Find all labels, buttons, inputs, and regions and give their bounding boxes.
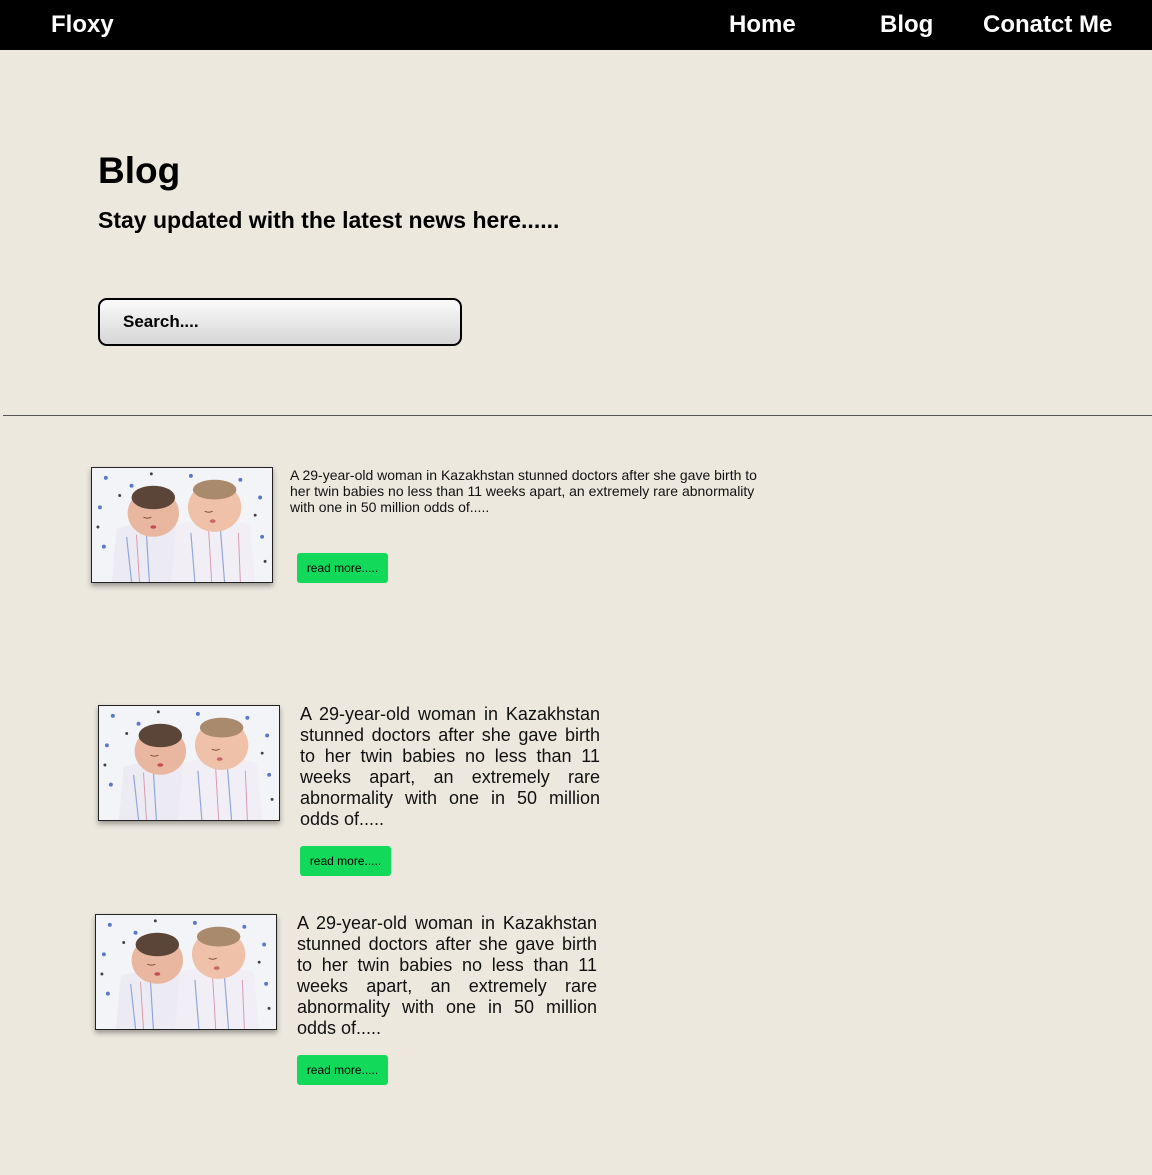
nav-link-blog[interactable]: Blog: [880, 11, 933, 39]
post-excerpt: A 29-year-old woman in Kazakhstan stunne…: [290, 467, 757, 515]
nav-link-home[interactable]: Home: [729, 11, 796, 39]
post-thumbnail-image: [91, 467, 273, 583]
post-excerpt: A 29-year-old woman in Kazakhstan stunne…: [297, 913, 597, 1038]
read-more-button[interactable]: read more.....: [300, 846, 391, 876]
page-title: Blog: [98, 150, 181, 191]
nav-link-contact[interactable]: Conatct Me: [983, 11, 1112, 39]
brand-logo-link[interactable]: Floxy: [51, 11, 114, 39]
search-input[interactable]: [98, 298, 462, 346]
section-divider: [3, 415, 1152, 416]
post-thumbnail-image: [98, 705, 280, 821]
top-navbar: Floxy Home Blog Conatct Me: [0, 0, 1152, 50]
read-more-button[interactable]: read more.....: [297, 553, 388, 583]
page-subtitle: Stay updated with the latest news here..…: [98, 207, 560, 233]
post-excerpt: A 29-year-old woman in Kazakhstan stunne…: [300, 704, 600, 829]
read-more-button[interactable]: read more.....: [297, 1055, 388, 1085]
post-thumbnail-image: [95, 914, 277, 1030]
